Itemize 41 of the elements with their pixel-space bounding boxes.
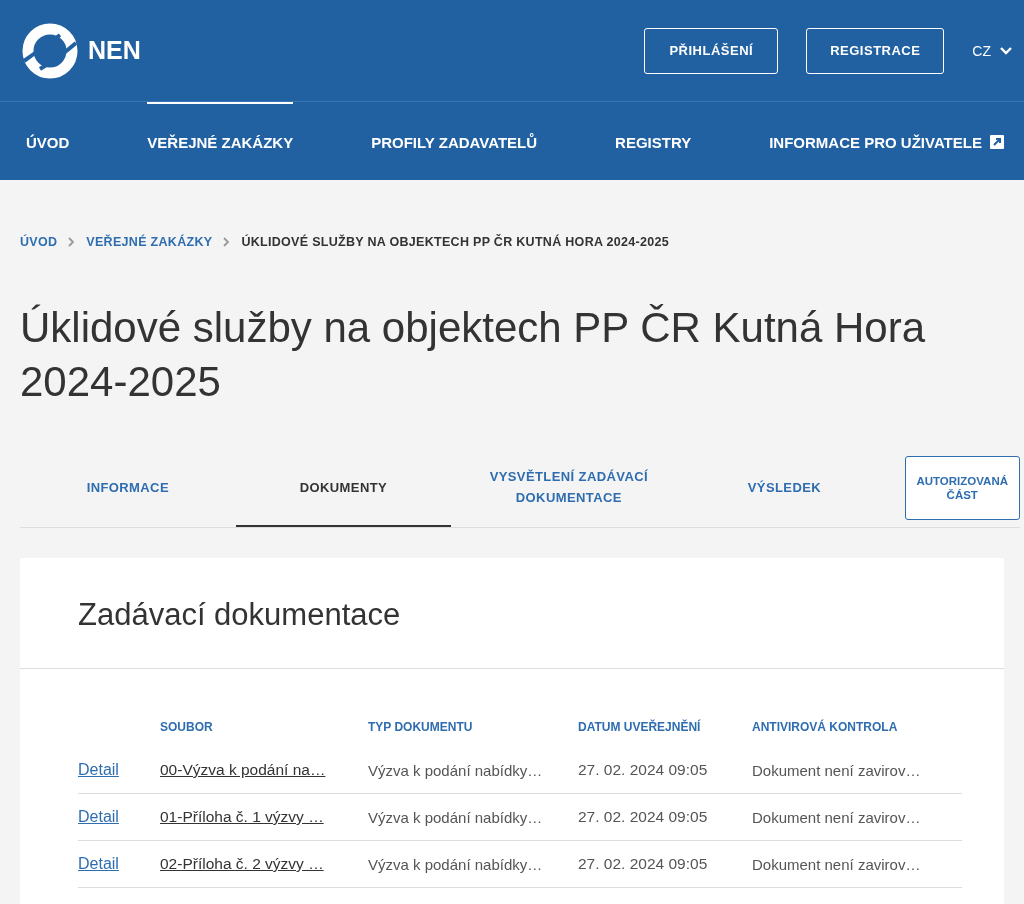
column-header: DATUM UVEŘEJNĚNÍ: [578, 720, 702, 734]
section-title: Zadávací dokumentace: [20, 558, 1004, 669]
chevron-right-icon: [223, 237, 231, 247]
register-button[interactable]: REGISTRACE: [806, 27, 945, 74]
nav-item[interactable]: ÚVOD: [26, 102, 70, 180]
table-cell-text: Dokument není zavirov…: [752, 761, 922, 779]
breadcrumb-current: ÚKLIDOVÉ SLUŽBY NA OBJEKTECH PP ČR KUTNÁ HORA 2024-2025: [241, 235, 670, 249]
nav-item[interactable]: VEŘEJNÉ ZAKÁZKY: [147, 102, 294, 180]
language-selector[interactable]: CZ: [972, 42, 1012, 59]
chevron-down-icon: [1000, 46, 1012, 55]
column-header: SOUBOR: [160, 720, 214, 734]
file-link[interactable]: 01-Příloha č. 1 výzvy …: [160, 808, 324, 825]
table-cell-text: 27. 02. 2024 09:05: [578, 808, 709, 826]
authorized-section-button[interactable]: AUTORIZOVANÁ ČÁST: [904, 456, 1020, 520]
table-cell-text: Výzva k podání nabídky…: [368, 855, 544, 873]
page-title: Úklidové služby na objektech PP ČR Kutná Hora 2024-2025: [20, 303, 927, 407]
table-cell-text: Výzva k podání nabídky…: [368, 761, 544, 779]
column-header: ANTIVIROVÁ KONTROLA: [752, 720, 899, 734]
table-cell-text: Dokument není zavirov…: [752, 855, 922, 873]
table-cell-text: Výzva k podání nabídky…: [368, 808, 544, 826]
breadcrumb-link[interactable]: ÚVOD: [20, 235, 58, 249]
tab[interactable]: VYSVĚTLENÍ ZADÁVACÍ DOKUMENTACE: [451, 449, 687, 527]
table-cell-text: 27. 02. 2024 09:05: [578, 855, 709, 873]
tab[interactable]: DOKUMENTY: [235, 449, 452, 527]
file-link[interactable]: 00-Výzva k podání na…: [160, 761, 326, 778]
file-link[interactable]: 02-Příloha č. 2 výzvy …: [160, 855, 324, 872]
nav-item[interactable]: PROFILY ZADAVATELŮ: [371, 102, 538, 180]
detail-link[interactable]: Detail: [78, 855, 119, 872]
table-cell-text: 27. 02. 2024 09:05: [578, 761, 709, 779]
chevron-right-icon: [68, 237, 76, 247]
tab[interactable]: VÝSLEDEK: [686, 449, 883, 527]
nav-item[interactable]: REGISTRY: [615, 102, 692, 180]
nav-item[interactable]: INFORMACE PRO UŽIVATELE: [769, 102, 1004, 180]
column-header: TYP DOKUMENTU: [368, 720, 474, 734]
detail-link[interactable]: Detail: [78, 808, 119, 825]
login-button[interactable]: PŘIHLÁŠENÍ: [644, 27, 779, 74]
logo-text: NEN: [88, 36, 141, 65]
table-cell-text: Dokument není zavirov…: [752, 808, 922, 826]
detail-link[interactable]: Detail: [78, 761, 119, 778]
breadcrumb-link[interactable]: VEŘEJNÉ ZAKÁZKY: [86, 235, 213, 249]
tab[interactable]: INFORMACE: [20, 449, 236, 527]
